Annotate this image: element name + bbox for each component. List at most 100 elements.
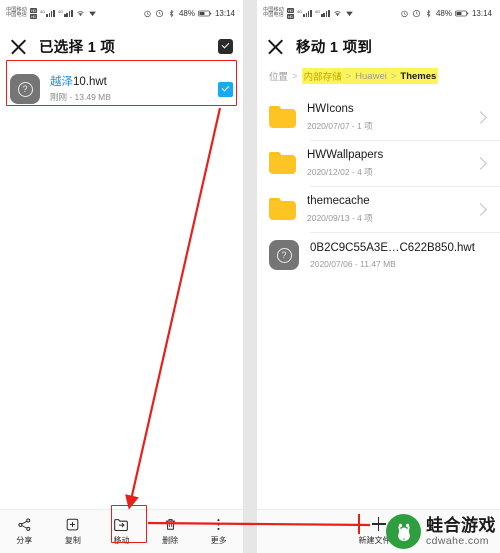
status-bar-right: 中国移动 中国电信 HD HD 4G 4G 48% 13:14 — [257, 0, 500, 26]
wifi-icon-right — [333, 10, 341, 16]
list-item-name: themecache — [307, 195, 370, 208]
sim-badges-2: HD HD — [286, 7, 294, 19]
watermark-en: cdwahe.com — [426, 534, 489, 547]
breadcrumb-segment-1[interactable]: Huawei — [355, 71, 387, 82]
signal-bars-2-icon — [64, 9, 73, 17]
list-item-meta: HWIcons 2020/07/07 - 1 项 — [307, 102, 465, 131]
signal-1: 4G — [40, 9, 55, 17]
close-icon-right[interactable] — [267, 38, 284, 55]
selected-file-row[interactable]: ? 越泽10.hwt 刚刚 - 13.49 MB — [0, 66, 243, 112]
list-item[interactable]: themecache 2020/09/13 - 4 项 — [257, 186, 500, 232]
plus-icon — [371, 517, 386, 531]
alarm-icon-right — [401, 10, 408, 17]
toolbar-item-share[interactable]: 分享 — [0, 510, 49, 553]
file-subtitle: 刚刚 - 13.49 MB — [50, 92, 111, 103]
signal-2: 4G — [58, 9, 73, 17]
carrier-2: 中国电信 — [6, 12, 27, 18]
folder-icon — [269, 106, 296, 128]
more-icon — [211, 517, 226, 532]
battery-percent-right: 48% — [435, 8, 452, 18]
network-type-1: 4G — [39, 9, 46, 14]
list-item-meta: HWWallpapers 2020/12/02 - 4 项 — [307, 148, 465, 177]
battery-percent: 48% — [178, 8, 195, 18]
toolbar-label-share: 分享 — [16, 536, 33, 545]
panel-divider — [243, 0, 257, 553]
file-meta: 越泽10.hwt 刚刚 - 13.49 MB — [50, 75, 208, 103]
unknown-file-icon: ? — [10, 74, 40, 104]
list-item-meta: 0B2C9C55A3E…C622B850.hwt 2020/07/06 - 11… — [310, 241, 488, 268]
status-bar-left: 中国移动 中国电信 HD HD 4G 4G 48% 13:14 — [0, 0, 243, 26]
list-item-subtitle: 2020/07/07 - 1 项 — [307, 120, 373, 131]
dual-screenshot: 中国移动 中国电信 HD HD 4G 4G 48% 13:14 已选择 1 项 … — [0, 0, 500, 553]
toolbar-item-move[interactable]: 移动 — [97, 510, 146, 553]
signal-2-right: 4G — [315, 9, 330, 17]
network-type-1-right: 4G — [296, 9, 303, 14]
bottom-toolbar: 分享 复制 移动 删除 更多 — [0, 509, 243, 553]
list-item-meta: themecache 2020/09/13 - 4 项 — [307, 194, 465, 223]
breadcrumb-separator-0: > — [292, 70, 298, 82]
toolbar-label-copy: 复制 — [64, 536, 81, 545]
breadcrumb-segment-2[interactable]: Themes — [400, 71, 436, 82]
file-name-highlight: 越泽 — [50, 75, 73, 88]
list-item-subtitle: 2020/12/02 - 4 项 — [307, 166, 373, 177]
right-app-bar: 移动 1 项到 — [257, 26, 500, 66]
list-item[interactable]: HWIcons 2020/07/07 - 1 项 — [257, 94, 500, 140]
share-icon — [17, 517, 32, 532]
list-item-name: HWWallpapers — [307, 149, 384, 162]
signal-bars-1-icon-right — [303, 9, 312, 17]
delete-icon — [163, 517, 178, 532]
battery-icon — [198, 10, 212, 16]
copy-icon — [65, 517, 80, 532]
list-item-name: 0B2C9C55A3E…C622B850.hwt — [310, 242, 475, 255]
breadcrumb-segment-0[interactable]: 内部存储 — [304, 69, 342, 83]
list-item-subtitle: 2020/07/06 - 11.47 MB — [310, 258, 396, 269]
status-time: 13:14 — [214, 8, 235, 18]
chevron-right-icon — [474, 202, 487, 216]
bluetooth-icon-right — [426, 9, 431, 17]
select-all-checkbox[interactable] — [218, 38, 233, 54]
toolbar-item-more[interactable]: 更多 — [194, 510, 243, 553]
clock-icon — [155, 9, 163, 17]
bluetooth-icon — [169, 9, 174, 17]
chevron-right-icon — [474, 156, 487, 170]
signal-1-right: 4G — [297, 9, 312, 17]
file-name: 越泽10.hwt — [50, 75, 208, 89]
sim-2-badge-right: HD — [286, 13, 294, 19]
toolbar-item-copy[interactable]: 复制 — [49, 510, 98, 553]
status-bar-left-group-2: 中国移动 中国电信 HD HD 4G 4G — [263, 7, 354, 19]
status-time-right: 13:14 — [471, 8, 492, 18]
breadcrumb: 位置 > 内部存储 > Huawei > Themes — [257, 66, 500, 94]
breadcrumb-separator-2: > — [390, 70, 397, 82]
file-checkbox[interactable] — [218, 81, 233, 97]
left-phone-screen: 中国移动 中国电信 HD HD 4G 4G 48% 13:14 已选择 1 项 … — [0, 0, 243, 553]
watermark-logo-icon — [386, 514, 421, 549]
folder-icon — [269, 198, 296, 220]
folder-list: HWIcons 2020/07/07 - 1 项 HWWallpapers 20… — [257, 94, 500, 278]
signal-bars-1-icon — [46, 9, 55, 17]
breadcrumb-highlight: 内部存储 > Huawei > Themes — [301, 68, 439, 84]
chevron-right-icon — [474, 110, 487, 124]
left-page-title: 已选择 1 项 — [39, 39, 116, 56]
network-type-2: 4G — [57, 9, 64, 14]
move-icon — [113, 517, 129, 532]
toolbar-label-delete: 删除 — [162, 536, 179, 545]
close-icon[interactable] — [10, 38, 27, 55]
status-bar-right-group: 48% 13:14 — [143, 9, 235, 18]
file-name-rest: 10.hwt — [73, 75, 107, 88]
breadcrumb-prefix: 位置 — [269, 72, 289, 83]
wifi-icon — [76, 10, 84, 16]
folder-icon — [269, 152, 296, 174]
signal-bars-2-icon-right — [321, 9, 330, 17]
toolbar-item-delete[interactable]: 删除 — [146, 510, 195, 553]
vpn-icon — [88, 11, 96, 16]
watermark: 蛙合游戏 cdwahe.com — [386, 514, 496, 549]
list-item[interactable]: HWWallpapers 2020/12/02 - 4 项 — [257, 140, 500, 186]
battery-icon-right — [455, 10, 469, 16]
unknown-file-icon: ? — [269, 240, 299, 270]
list-item[interactable]: ? 0B2C9C55A3E…C622B850.hwt 2020/07/06 - … — [257, 232, 500, 278]
sim-1-badge-right: HD — [286, 7, 294, 13]
right-page-title: 移动 1 项到 — [296, 39, 373, 56]
status-bar-right-group-2: 48% 13:14 — [400, 9, 492, 18]
sim-badges: HD HD — [29, 7, 37, 19]
carrier-names: 中国移动 中国电信 — [6, 7, 27, 19]
